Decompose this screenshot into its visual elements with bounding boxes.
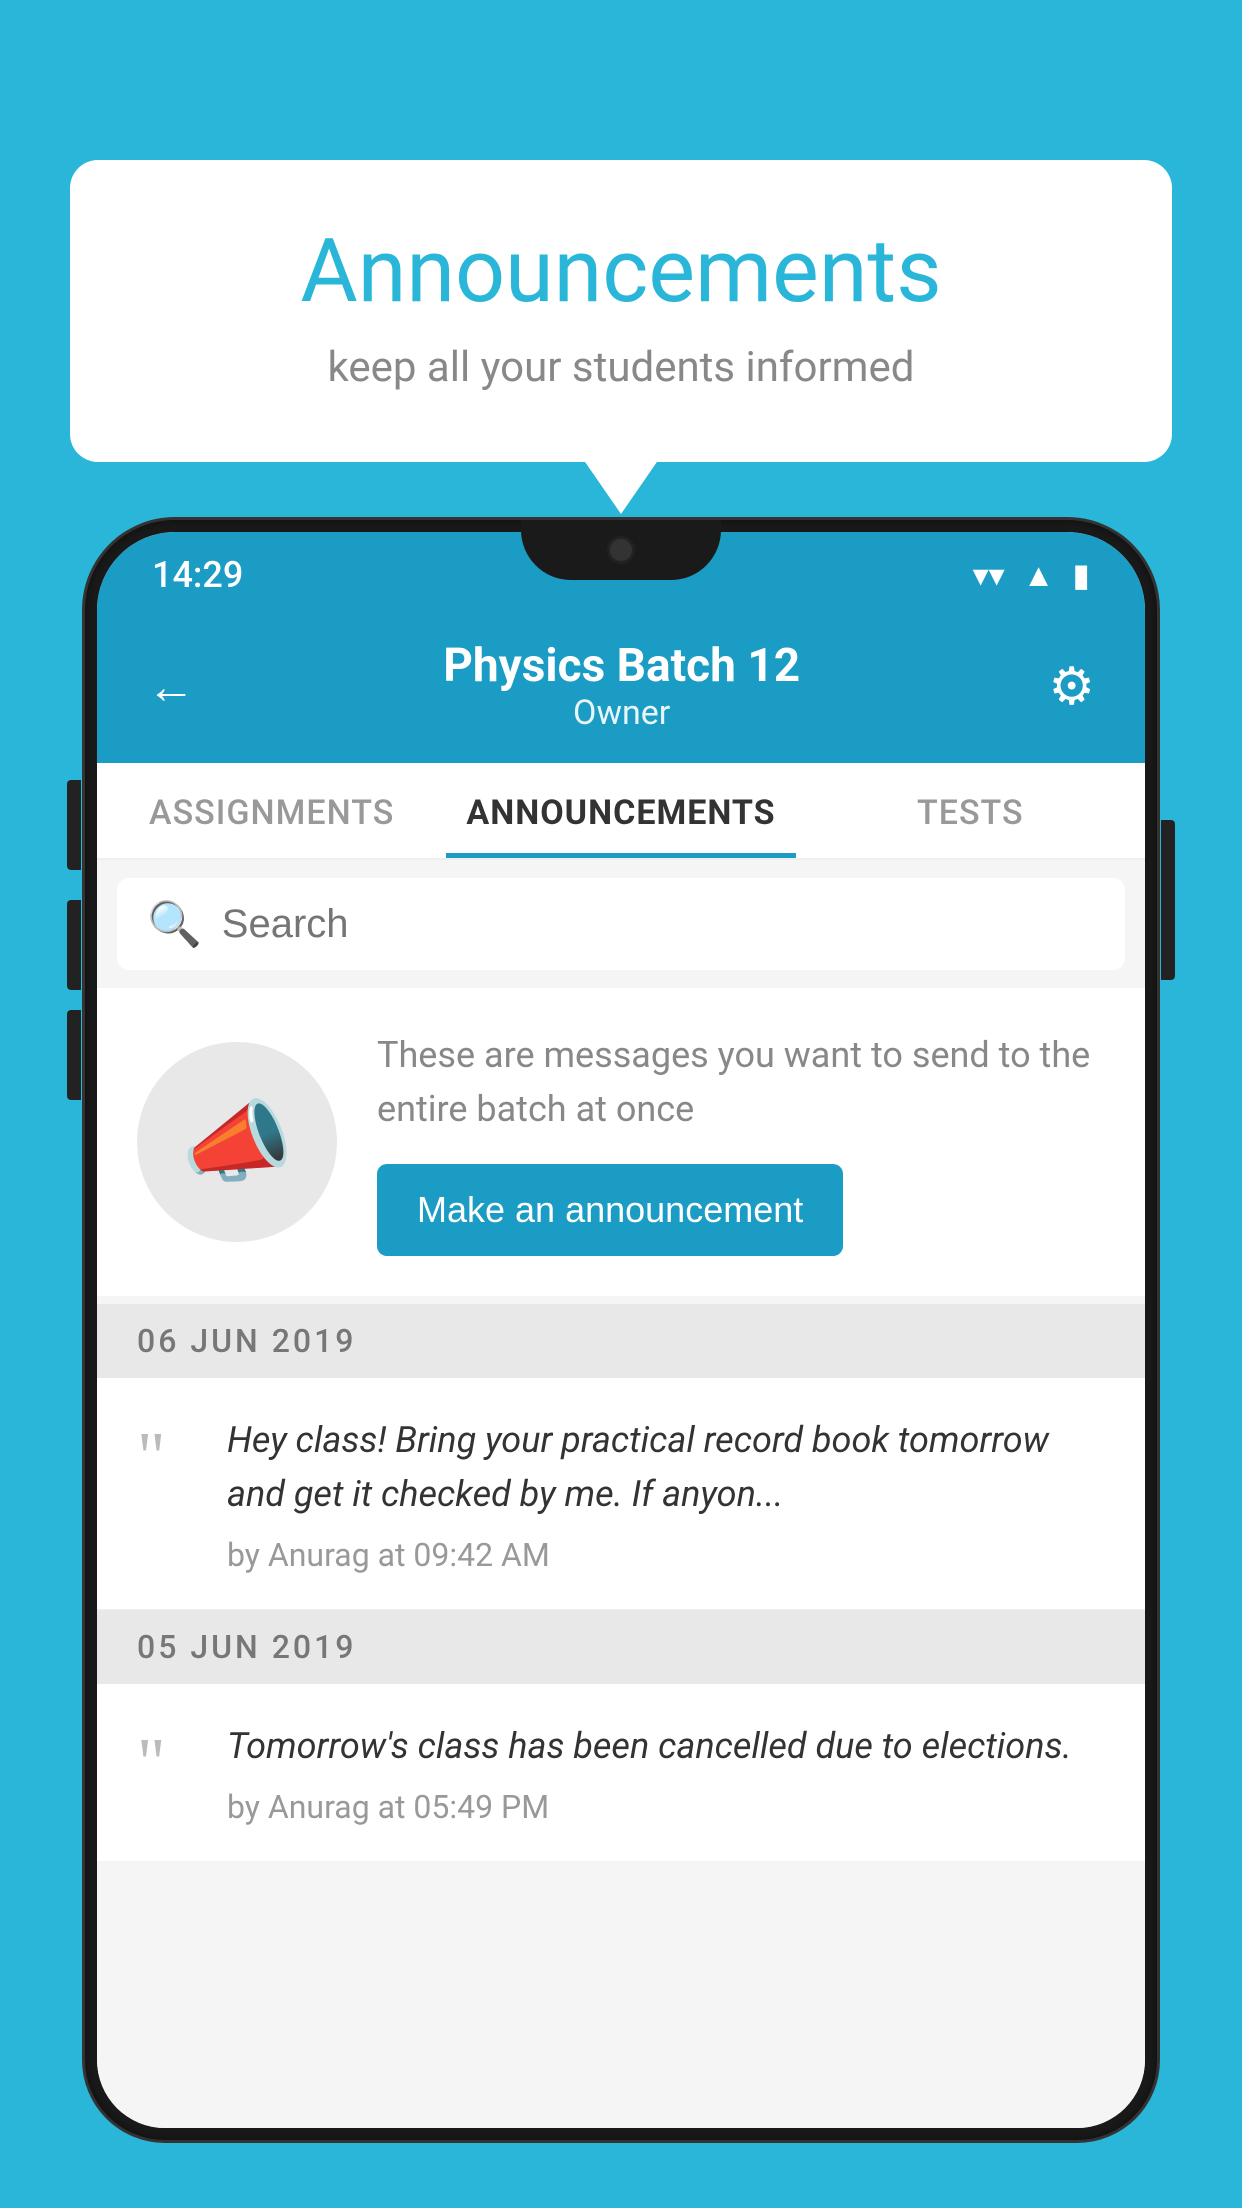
notch: [521, 520, 721, 580]
megaphone-icon: 📣: [181, 1090, 293, 1195]
announcement-author-2: by Anurag at 05:49 PM: [227, 1788, 1105, 1826]
bubble-subtitle: keep all your students informed: [150, 343, 1092, 392]
bubble-title: Announcements: [150, 220, 1092, 323]
content-area: 🔍 📣 These are messages you want to send …: [97, 860, 1145, 2128]
search-input[interactable]: [222, 902, 1095, 947]
promo-description: These are messages you want to send to t…: [377, 1028, 1105, 1136]
quote-icon-1: ": [137, 1423, 197, 1493]
header-center: Physics Batch 12 Owner: [195, 639, 1048, 733]
status-icons: ▾▾ ▲ ▮: [973, 556, 1090, 594]
speech-bubble: Announcements keep all your students inf…: [70, 160, 1172, 462]
make-announcement-button[interactable]: Make an announcement: [377, 1164, 843, 1256]
search-icon: 🔍: [147, 898, 202, 950]
wifi-icon: ▾▾: [973, 556, 1005, 594]
search-bar[interactable]: 🔍: [117, 878, 1125, 970]
announcement-text-block-2: Tomorrow's class has been cancelled due …: [227, 1719, 1105, 1826]
tabs-container: ASSIGNMENTS ANNOUNCEMENTS TESTS: [97, 763, 1145, 860]
battery-icon: ▮: [1072, 556, 1090, 594]
phone-outer: 14:29 ▾▾ ▲ ▮ ← Physics Batch 12 Owner ⚙ …: [85, 520, 1157, 2140]
header-title: Physics Batch 12: [195, 639, 1048, 693]
promo-content: These are messages you want to send to t…: [377, 1028, 1105, 1256]
announcement-author-1: by Anurag at 09:42 AM: [227, 1536, 1105, 1574]
date-separator-2: 05 JUN 2019: [97, 1610, 1145, 1684]
announcement-item-2: " Tomorrow's class has been cancelled du…: [97, 1684, 1145, 1861]
front-camera: [607, 536, 635, 564]
date-separator-1: 06 JUN 2019: [97, 1304, 1145, 1378]
speech-bubble-container: Announcements keep all your students inf…: [70, 160, 1172, 462]
promo-icon-circle: 📣: [137, 1042, 337, 1242]
announcement-message-1: Hey class! Bring your practical record b…: [227, 1413, 1105, 1521]
status-time: 14:29: [152, 554, 243, 596]
announcement-text-block-1: Hey class! Bring your practical record b…: [227, 1413, 1105, 1574]
tab-announcements[interactable]: ANNOUNCEMENTS: [446, 763, 795, 858]
app-header: ← Physics Batch 12 Owner ⚙: [97, 614, 1145, 763]
signal-icon: ▲: [1023, 556, 1055, 594]
phone-screen: 14:29 ▾▾ ▲ ▮ ← Physics Batch 12 Owner ⚙ …: [97, 532, 1145, 2128]
tab-assignments[interactable]: ASSIGNMENTS: [97, 763, 446, 858]
tab-tests[interactable]: TESTS: [796, 763, 1145, 858]
quote-icon-2: ": [137, 1729, 197, 1799]
promo-card: 📣 These are messages you want to send to…: [97, 988, 1145, 1296]
announcement-message-2: Tomorrow's class has been cancelled due …: [227, 1719, 1105, 1773]
header-subtitle: Owner: [195, 693, 1048, 733]
announcement-item-1: " Hey class! Bring your practical record…: [97, 1378, 1145, 1610]
settings-icon[interactable]: ⚙: [1048, 656, 1095, 717]
phone-wrapper: 14:29 ▾▾ ▲ ▮ ← Physics Batch 12 Owner ⚙ …: [85, 520, 1157, 2208]
back-button[interactable]: ←: [147, 658, 195, 715]
